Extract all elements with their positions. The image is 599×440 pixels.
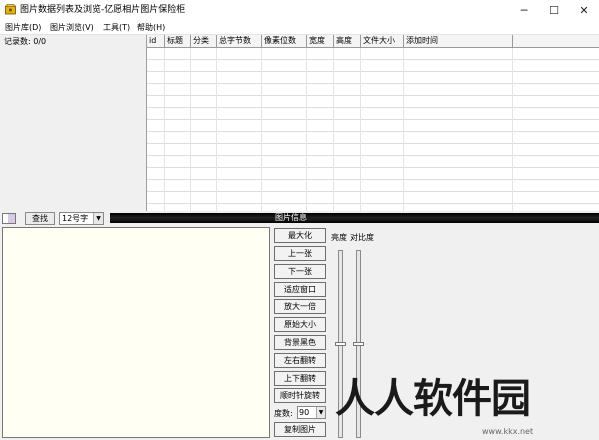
flip-vertical-button[interactable]: 上下翻转 (274, 371, 326, 386)
image-data-table[interactable]: id 标题 分类 总字节数 像素位数 宽度 高度 文件大小 添加时间 (146, 35, 599, 211)
column-header-width[interactable]: 宽度 (307, 35, 334, 48)
grid-column-line (216, 48, 217, 211)
contrast-slider-thumb[interactable] (353, 342, 364, 346)
record-count: 记录数: 0/0 (4, 37, 47, 46)
grid-column-line (164, 48, 165, 211)
menu-help[interactable]: 帮助(H) (137, 21, 165, 34)
copy-image-button[interactable]: 复制图片 (274, 422, 326, 437)
watermark-logo-text: 人人软件园 (335, 376, 531, 422)
menu-image-library[interactable]: 图片库(D) (5, 21, 41, 34)
rotation-degree-label: 度数: (274, 409, 293, 418)
menu-bar: 图片库(D) 图片浏览(V) 工具(T) 帮助(H) (0, 20, 599, 35)
black-background-button[interactable]: 背景黑色 (274, 335, 326, 350)
find-button[interactable]: 查找 (25, 212, 55, 225)
close-button[interactable]: ✕ (569, 0, 599, 20)
grid-column-line (512, 48, 513, 211)
next-image-button[interactable]: 下一张 (274, 264, 326, 279)
watermark-url: www.kkx.net (482, 427, 534, 436)
maximize-image-button[interactable]: 最大化 (274, 228, 326, 243)
grid-column-line (190, 48, 191, 211)
menu-tools[interactable]: 工具(T) (103, 21, 130, 34)
font-size-select[interactable]: 12号字 ▼ (59, 212, 104, 225)
grid-column-line (403, 48, 404, 211)
column-header-total-bytes[interactable]: 总字节数 (217, 35, 262, 48)
column-header-title[interactable]: 标题 (165, 35, 191, 48)
column-header-added-time[interactable]: 添加时间 (404, 35, 513, 48)
fit-window-button[interactable]: 适应窗口 (274, 282, 326, 297)
contrast-label: 对比度 (350, 233, 374, 242)
previous-image-button[interactable]: 上一张 (274, 246, 326, 261)
column-header-empty (513, 35, 599, 48)
brightness-label: 亮度 (331, 233, 347, 242)
table-body (147, 48, 599, 211)
color-picker-button[interactable] (2, 213, 16, 224)
grid-column-line (261, 48, 262, 211)
grid-column-line (360, 48, 361, 211)
flip-horizontal-button[interactable]: 左右翻转 (274, 353, 326, 368)
zoom-double-button[interactable]: 放大一倍 (274, 299, 326, 314)
grid-column-line (333, 48, 334, 211)
title-bar: 图片数据列表及浏览-亿愿相片图片保险柜 ─ ☐ ✕ (0, 0, 599, 20)
chevron-down-icon[interactable]: ▼ (316, 407, 325, 418)
image-info-bar (110, 213, 599, 223)
image-preview-area[interactable] (2, 227, 270, 438)
column-header-category[interactable]: 分类 (191, 35, 217, 48)
image-info-title: 图片信息 (275, 213, 307, 222)
font-size-value: 12号字 (62, 214, 89, 223)
column-header-height[interactable]: 高度 (334, 35, 361, 48)
column-header-id[interactable]: id (147, 35, 165, 48)
rotation-degree-value: 90 (299, 408, 310, 417)
original-size-button[interactable]: 原始大小 (274, 317, 326, 332)
chevron-down-icon[interactable]: ▼ (93, 213, 103, 224)
column-header-pixel-depth[interactable]: 像素位数 (262, 35, 307, 48)
menu-image-browse[interactable]: 图片浏览(V) (50, 21, 94, 34)
rotation-degree-select[interactable]: 90 ▼ (297, 406, 326, 419)
table-header: id 标题 分类 总字节数 像素位数 宽度 高度 文件大小 添加时间 (147, 35, 599, 48)
grid-column-line (306, 48, 307, 211)
safe-box-icon (5, 4, 16, 15)
minimize-button[interactable]: ─ (509, 0, 539, 20)
window-title: 图片数据列表及浏览-亿愿相片图片保险柜 (20, 5, 186, 15)
brightness-slider-thumb[interactable] (335, 342, 346, 346)
rotate-clockwise-button[interactable]: 顺时针旋转 (274, 388, 326, 403)
maximize-button[interactable]: ☐ (539, 0, 569, 20)
column-header-file-size[interactable]: 文件大小 (361, 35, 404, 48)
